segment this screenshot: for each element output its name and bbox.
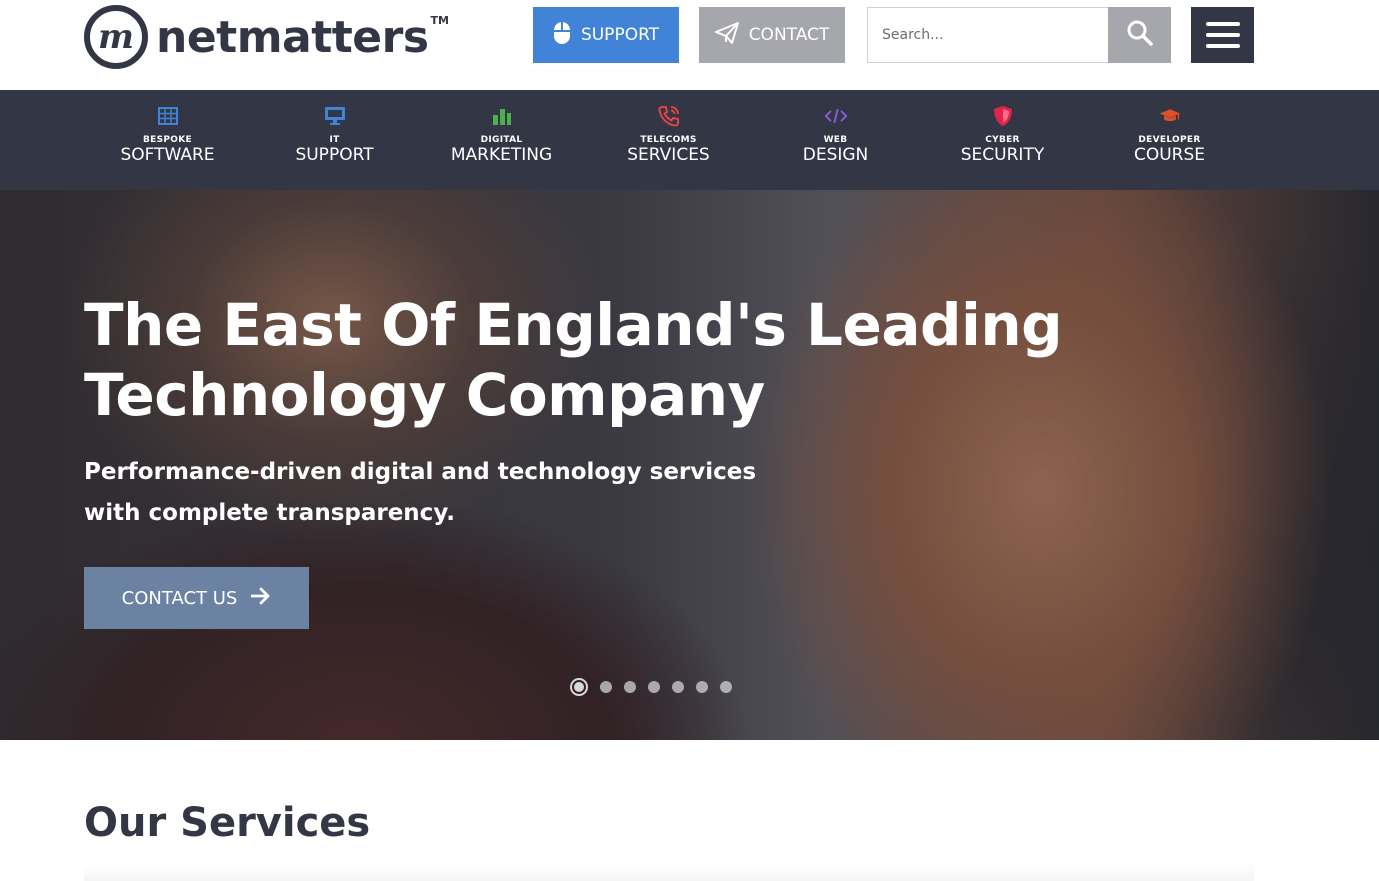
nav-item-small-label: DIGITAL — [480, 135, 523, 145]
netmatters-logo[interactable]: m netmatters TM — [84, 4, 464, 70]
hero-subtitle: Performance-driven digital and technolog… — [84, 452, 844, 534]
menu-bar — [1205, 33, 1240, 37]
monitor-icon — [324, 105, 346, 127]
paper-plane-icon — [714, 21, 739, 49]
menu-bar — [1205, 22, 1240, 26]
search-icon — [1127, 20, 1153, 50]
carousel-dot[interactable] — [648, 681, 660, 693]
carousel-dot-active[interactable] — [570, 678, 588, 696]
nav-item-small-label: TELECOMS — [640, 135, 697, 145]
hero-subtitle-line: with complete transparency. — [84, 500, 455, 526]
menu-bar — [1205, 44, 1240, 48]
nav-item-small-label: BESPOKE — [143, 135, 192, 145]
code-icon — [824, 105, 847, 127]
nav-item-small-label: CYBER — [985, 135, 1020, 145]
carousel-dot[interactable] — [696, 681, 708, 693]
services-cards-top — [84, 862, 1254, 881]
nav-item-telecoms-services[interactable]: TELECOMS SERVICES — [585, 90, 752, 190]
carousel-dot[interactable] — [672, 681, 684, 693]
nav-item-it-support[interactable]: IT SUPPORT — [251, 90, 418, 190]
carousel-dot[interactable] — [624, 681, 636, 693]
hero-title: The East Of England's Leading Technology… — [84, 290, 1134, 430]
nav-item-label: COURSE — [1133, 145, 1206, 165]
nav-item-label: SERVICES — [627, 145, 710, 165]
site-header: m netmatters TM SUPPORT CONTACT — [0, 0, 1379, 90]
nav-item-label: MARKETING — [450, 145, 553, 165]
nav-item-developer-course[interactable]: DEVELOPER COURSE — [1086, 90, 1253, 190]
grid-icon — [157, 105, 179, 127]
hero-title-line: The East Of England's Leading — [84, 291, 1063, 359]
services-heading: Our Services — [84, 800, 371, 846]
logo-mark: m — [84, 5, 148, 69]
hero-carousel: The East Of England's Leading Technology… — [0, 190, 1379, 740]
contact-button[interactable]: CONTACT — [699, 7, 845, 63]
carousel-dot[interactable] — [600, 681, 612, 693]
nav-item-label: DESIGN — [802, 145, 869, 165]
nav-item-label: SECURITY — [960, 145, 1045, 165]
search-button[interactable] — [1108, 7, 1171, 63]
arrow-right-icon — [250, 587, 271, 610]
hero-title-line: Technology Company — [84, 361, 765, 429]
nav-item-cyber-security[interactable]: CYBER SECURITY — [919, 90, 1086, 190]
graduation-cap-icon — [1159, 105, 1181, 127]
nav-item-web-design[interactable]: WEB DESIGN — [752, 90, 919, 190]
nav-item-label: SOFTWARE — [120, 145, 215, 165]
mouse-icon — [553, 21, 571, 50]
support-button[interactable]: SUPPORT — [533, 7, 679, 63]
search-input[interactable] — [867, 7, 1109, 63]
bar-chart-icon — [491, 105, 513, 127]
carousel-dot[interactable] — [720, 681, 732, 693]
contact-label: CONTACT — [748, 25, 830, 45]
nav-item-digital-marketing[interactable]: DIGITAL MARKETING — [418, 90, 585, 190]
hero-subtitle-line: Performance-driven digital and technolog… — [84, 459, 757, 485]
support-label: SUPPORT — [580, 25, 660, 45]
shield-icon — [992, 105, 1014, 127]
logo-trademark: TM — [430, 14, 449, 27]
nav-item-small-label: IT — [329, 135, 340, 145]
contact-us-button[interactable]: CONTACT US — [84, 567, 309, 629]
logo-wordmark: netmatters — [156, 11, 429, 63]
nav-item-bespoke-software[interactable]: BESPOKE SOFTWARE — [84, 90, 251, 190]
hamburger-menu-button[interactable] — [1191, 7, 1254, 63]
services-nav: BESPOKE SOFTWARE IT SUPPORT DIGITAL MARK… — [0, 90, 1379, 190]
nav-item-small-label: WEB — [823, 135, 848, 145]
phone-icon — [657, 105, 680, 127]
nav-item-label: SUPPORT — [295, 145, 374, 165]
carousel-dots — [570, 678, 732, 696]
nav-item-small-label: DEVELOPER — [1138, 135, 1201, 145]
contact-us-label: CONTACT US — [121, 587, 238, 609]
